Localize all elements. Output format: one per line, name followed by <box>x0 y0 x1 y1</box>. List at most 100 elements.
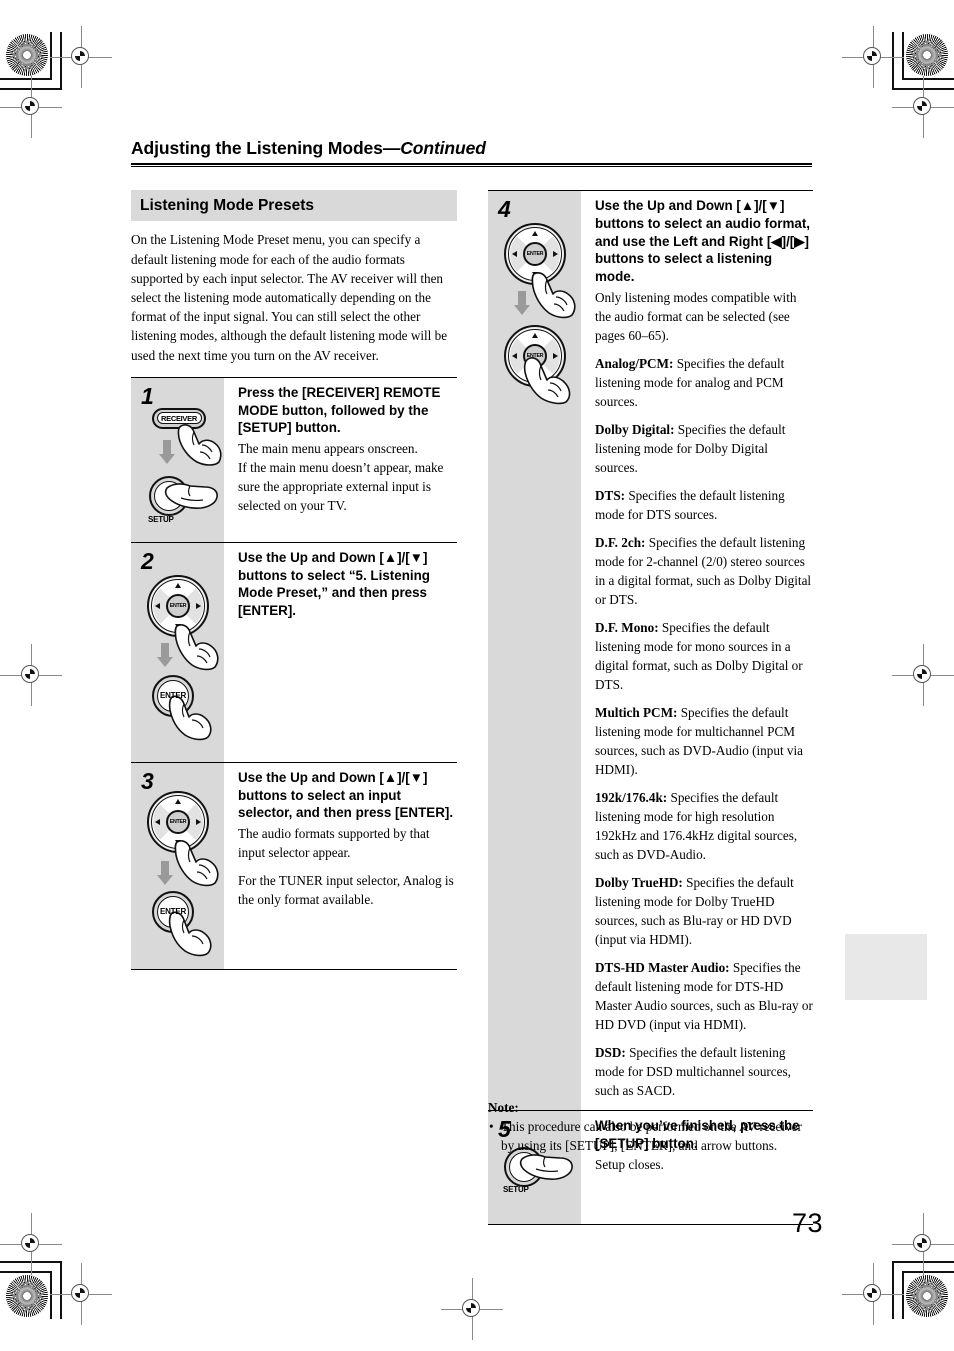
right-column: 4 ENTER ENTER Use the Up and Down [▲]/[▼… <box>488 190 813 1226</box>
wheel-enter-label: ENTER <box>169 602 187 609</box>
definition-term: Dolby Digital: <box>595 422 675 438</box>
step-4-definition: DSD: Specifies the default listening mod… <box>595 1043 813 1100</box>
receiver-button-graphic: RECEIVER <box>152 407 206 429</box>
step-3-figure: 3 ENTER ENTER <box>131 762 224 969</box>
step-4-definition: D.F. Mono: Specifies the default listeni… <box>595 618 813 694</box>
up-arrow-icon <box>175 582 181 588</box>
wheel-enter-label: ENTER <box>169 818 187 825</box>
step-3: 3 ENTER ENTER Use the Up and Down [▲]/[▼… <box>131 761 457 970</box>
navigation-wheel-graphic: ENTER <box>504 223 566 285</box>
left-arrow-icon <box>512 251 517 257</box>
right-arrow-icon <box>553 251 558 257</box>
step-4-definition: Dolby Digital: Specifies the default lis… <box>595 420 813 477</box>
step-4-intro: Only listening modes compatible with the… <box>595 290 797 344</box>
step-4-figure: 4 ENTER ENTER <box>488 191 581 1111</box>
step-2-title: Use the Up and Down [▲]/[▼] buttons to s… <box>238 549 430 619</box>
step-4-definition: Multich PCM: Specifies the default liste… <box>595 703 813 779</box>
step-1-figure: 1 RECEIVER SETUP <box>131 377 224 542</box>
down-arrow-icon <box>532 374 538 379</box>
step-3-text-1: For the TUNER input selector, Analog is … <box>238 873 454 908</box>
step-1-text-0: The main menu appears onscreen. <box>238 441 418 457</box>
right-arrow-icon <box>196 602 201 609</box>
wheel-enter-button: ENTER <box>523 344 547 368</box>
definition-term: D.F. 2ch: <box>595 535 646 551</box>
step-4-title: Use the Up and Down [▲]/[▼] buttons to s… <box>595 198 811 285</box>
running-head-continued: —Continued <box>382 138 486 158</box>
step-4-definition: Analog/PCM: Specifies the default listen… <box>595 354 813 411</box>
setup-button-caption: SETUP <box>503 1185 529 1195</box>
left-arrow-icon <box>155 818 160 825</box>
step-1: 1 RECEIVER SETUP Press the [RECEIVER] RE… <box>131 376 457 542</box>
step-3-body: Use the Up and Down [▲]/[▼] buttons to s… <box>224 763 457 969</box>
step-4-definition: DTS: Specifies the default listening mod… <box>595 486 813 524</box>
wheel-enter-label: ENTER <box>526 251 544 257</box>
running-head: Adjusting the Listening Modes—Continued <box>131 138 812 159</box>
sequence-arrow-icon <box>157 642 173 667</box>
right-arrow-icon <box>196 818 201 825</box>
note-block: Note: This procedure can also be perform… <box>488 1100 818 1155</box>
step-2-figure: 2 ENTER ENTER <box>131 542 224 762</box>
definition-term: Multich PCM: <box>595 705 678 721</box>
left-arrow-icon <box>155 602 160 609</box>
step-4-definition: 192k/176.4k: Specifies the default liste… <box>595 788 813 864</box>
note-item: This procedure can also be performed on … <box>488 1117 818 1155</box>
sequence-arrow-icon <box>157 860 173 885</box>
page-content: Adjusting the Listening Modes—Continued … <box>0 0 954 1351</box>
down-arrow-icon <box>532 272 538 277</box>
step-5-text-0: Setup closes. <box>595 1156 664 1172</box>
step-2: 2 ENTER ENTER Use the Up and Down [▲]/[▼… <box>131 541 457 762</box>
enter-button-label: ENTER <box>159 691 187 701</box>
receiver-button-label: RECEIVER <box>161 413 197 423</box>
page-number: 73 <box>791 1208 823 1238</box>
wheel-enter-button: ENTER <box>166 809 190 834</box>
step-1-number: 1 <box>141 382 154 409</box>
thumb-index-tab <box>845 934 927 1000</box>
step-4-body: Use the Up and Down [▲]/[▼] buttons to s… <box>581 191 813 1110</box>
enter-button-graphic: ENTER <box>152 890 194 933</box>
enter-button-label: ENTER <box>159 907 187 917</box>
definition-term: DTS-HD Master Audio: <box>595 960 730 976</box>
step-3-title: Use the Up and Down [▲]/[▼] buttons to s… <box>238 769 454 821</box>
wheel-enter-label: ENTER <box>526 353 544 359</box>
step-1-title: Press the [RECEIVER] REMOTE MODE button,… <box>238 384 441 436</box>
enter-button-graphic: ENTER <box>152 674 194 717</box>
step-1-body: Press the [RECEIVER] REMOTE MODE button,… <box>224 378 457 542</box>
sequence-arrow-icon <box>159 439 175 464</box>
down-arrow-icon <box>175 623 181 629</box>
navigation-wheel-graphic: ENTER <box>504 325 566 387</box>
header-rule <box>131 163 812 167</box>
down-arrow-icon <box>175 839 181 845</box>
step-2-number: 2 <box>141 547 154 574</box>
step-4: 4 ENTER ENTER Use the Up and Down [▲]/[▼… <box>488 190 813 1111</box>
note-title: Note: <box>488 1100 519 1115</box>
running-head-title: Adjusting the Listening Modes <box>131 138 383 158</box>
left-column: Listening Mode Presets On the Listening … <box>131 190 457 970</box>
step-4-number: 4 <box>498 196 511 222</box>
step-2-body: Use the Up and Down [▲]/[▼] buttons to s… <box>224 543 457 762</box>
definition-term: 192k/176.4k: <box>595 790 668 806</box>
section-title: Listening Mode Presets <box>131 190 457 222</box>
step-1-text-1: If the main menu doesn’t appear, make su… <box>238 460 444 514</box>
step-4-definition: D.F. 2ch: Specifies the default listenin… <box>595 533 813 609</box>
intro-paragraph: On the Listening Mode Preset menu, you c… <box>131 232 448 363</box>
definition-term: D.F. Mono: <box>595 620 659 636</box>
step-4-definition: DTS-HD Master Audio: Specifies the defau… <box>595 958 813 1034</box>
left-arrow-icon <box>512 353 517 359</box>
wheel-enter-button: ENTER <box>523 242 547 266</box>
step-4-definition: Dolby TrueHD: Specifies the default list… <box>595 873 813 949</box>
sequence-arrow-icon <box>514 291 530 315</box>
step-4-definitions: Analog/PCM: Specifies the default listen… <box>595 354 813 1100</box>
setup-button-graphic <box>149 475 189 516</box>
definition-term: Dolby TrueHD: <box>595 875 683 891</box>
setup-button-caption: SETUP <box>148 514 174 524</box>
up-arrow-icon <box>532 333 538 338</box>
definition-term: Analog/PCM: <box>595 356 674 372</box>
up-arrow-icon <box>532 231 538 236</box>
right-arrow-icon <box>553 353 558 359</box>
navigation-wheel-graphic: ENTER <box>147 790 209 853</box>
definition-term: DSD: <box>595 1045 626 1061</box>
definition-term: DTS: <box>595 488 626 504</box>
up-arrow-icon <box>175 798 181 804</box>
navigation-wheel-graphic: ENTER <box>147 574 209 637</box>
step-3-text-0: The audio formats supported by that inpu… <box>238 826 430 861</box>
